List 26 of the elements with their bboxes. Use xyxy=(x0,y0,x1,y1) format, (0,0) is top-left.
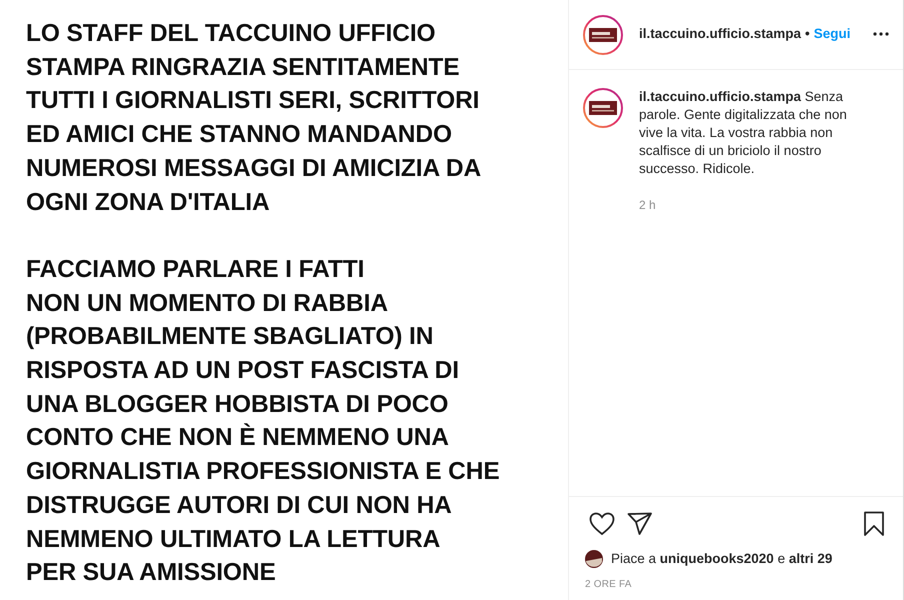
caption-time: 2 h xyxy=(639,197,657,214)
post-text-line: ED AMICI CHE STANNO MANDANDO xyxy=(26,120,453,150)
caption-text: il.taccuino.ufficio.stampa Senza parole. Gente digitalizzata che non vive la vita. La vostra rabbia non scalfisce di un briciolo il nostro successo. Ridicole. xyxy=(639,88,848,178)
post-text-line: NEMMENO ULTIMATO LA LETTURA xyxy=(26,524,442,555)
post-text-line: LO STAFF DEL TACCUINO UFFICIO xyxy=(26,19,436,49)
post-text-line: FACCIAMO PARLARE I FATTI xyxy=(26,254,366,285)
post-timestamp: 2 ORE FA xyxy=(585,578,633,592)
post-text-line: STAMPA RINGRAZIA SENTITAMENTE xyxy=(26,52,461,83)
post-text-line: PER SUA AMISSIONE xyxy=(26,558,277,588)
avatar-icon[interactable] xyxy=(583,14,623,54)
likes-text: Piace a uniquebooks2020 e altri 29 xyxy=(611,550,832,568)
post-text-line: TUTTI I GIORNALISTI SERI, SCRITTORI xyxy=(26,86,480,116)
more-options-icon[interactable] xyxy=(873,32,889,36)
avatar-icon[interactable] xyxy=(583,88,623,128)
post-text-line: GIORNALISTIA PROFESSIONISTA E CHE xyxy=(26,457,501,488)
post-text-line: CONTO CHE NON È NEMMENO UNA xyxy=(26,422,450,454)
separator-dot: • xyxy=(805,25,810,44)
post-text-line: RISPOSTA AD UN POST FASCISTA DI xyxy=(26,356,460,386)
post-text-line: DISTRUGGE AUTORI DI CUI NON HA xyxy=(26,490,453,521)
post-text-line: NON UN MOMENTO DI RABBIA xyxy=(26,288,389,319)
liker-avatar-icon[interactable] xyxy=(585,550,603,568)
post-text-line: NUMEROSI MESSAGGI DI AMICIZIA DA xyxy=(26,154,482,184)
post-text-line: (PROBABILMENTE SBAGLIATO) IN xyxy=(26,322,434,352)
post-text-line: OGNI ZONA D'ITALIA xyxy=(26,188,271,218)
post-text-line: UNA BLOGGER HOBBISTA DI POCO xyxy=(26,390,450,420)
username-link[interactable]: il.taccuino.ufficio.stampa xyxy=(639,24,802,45)
